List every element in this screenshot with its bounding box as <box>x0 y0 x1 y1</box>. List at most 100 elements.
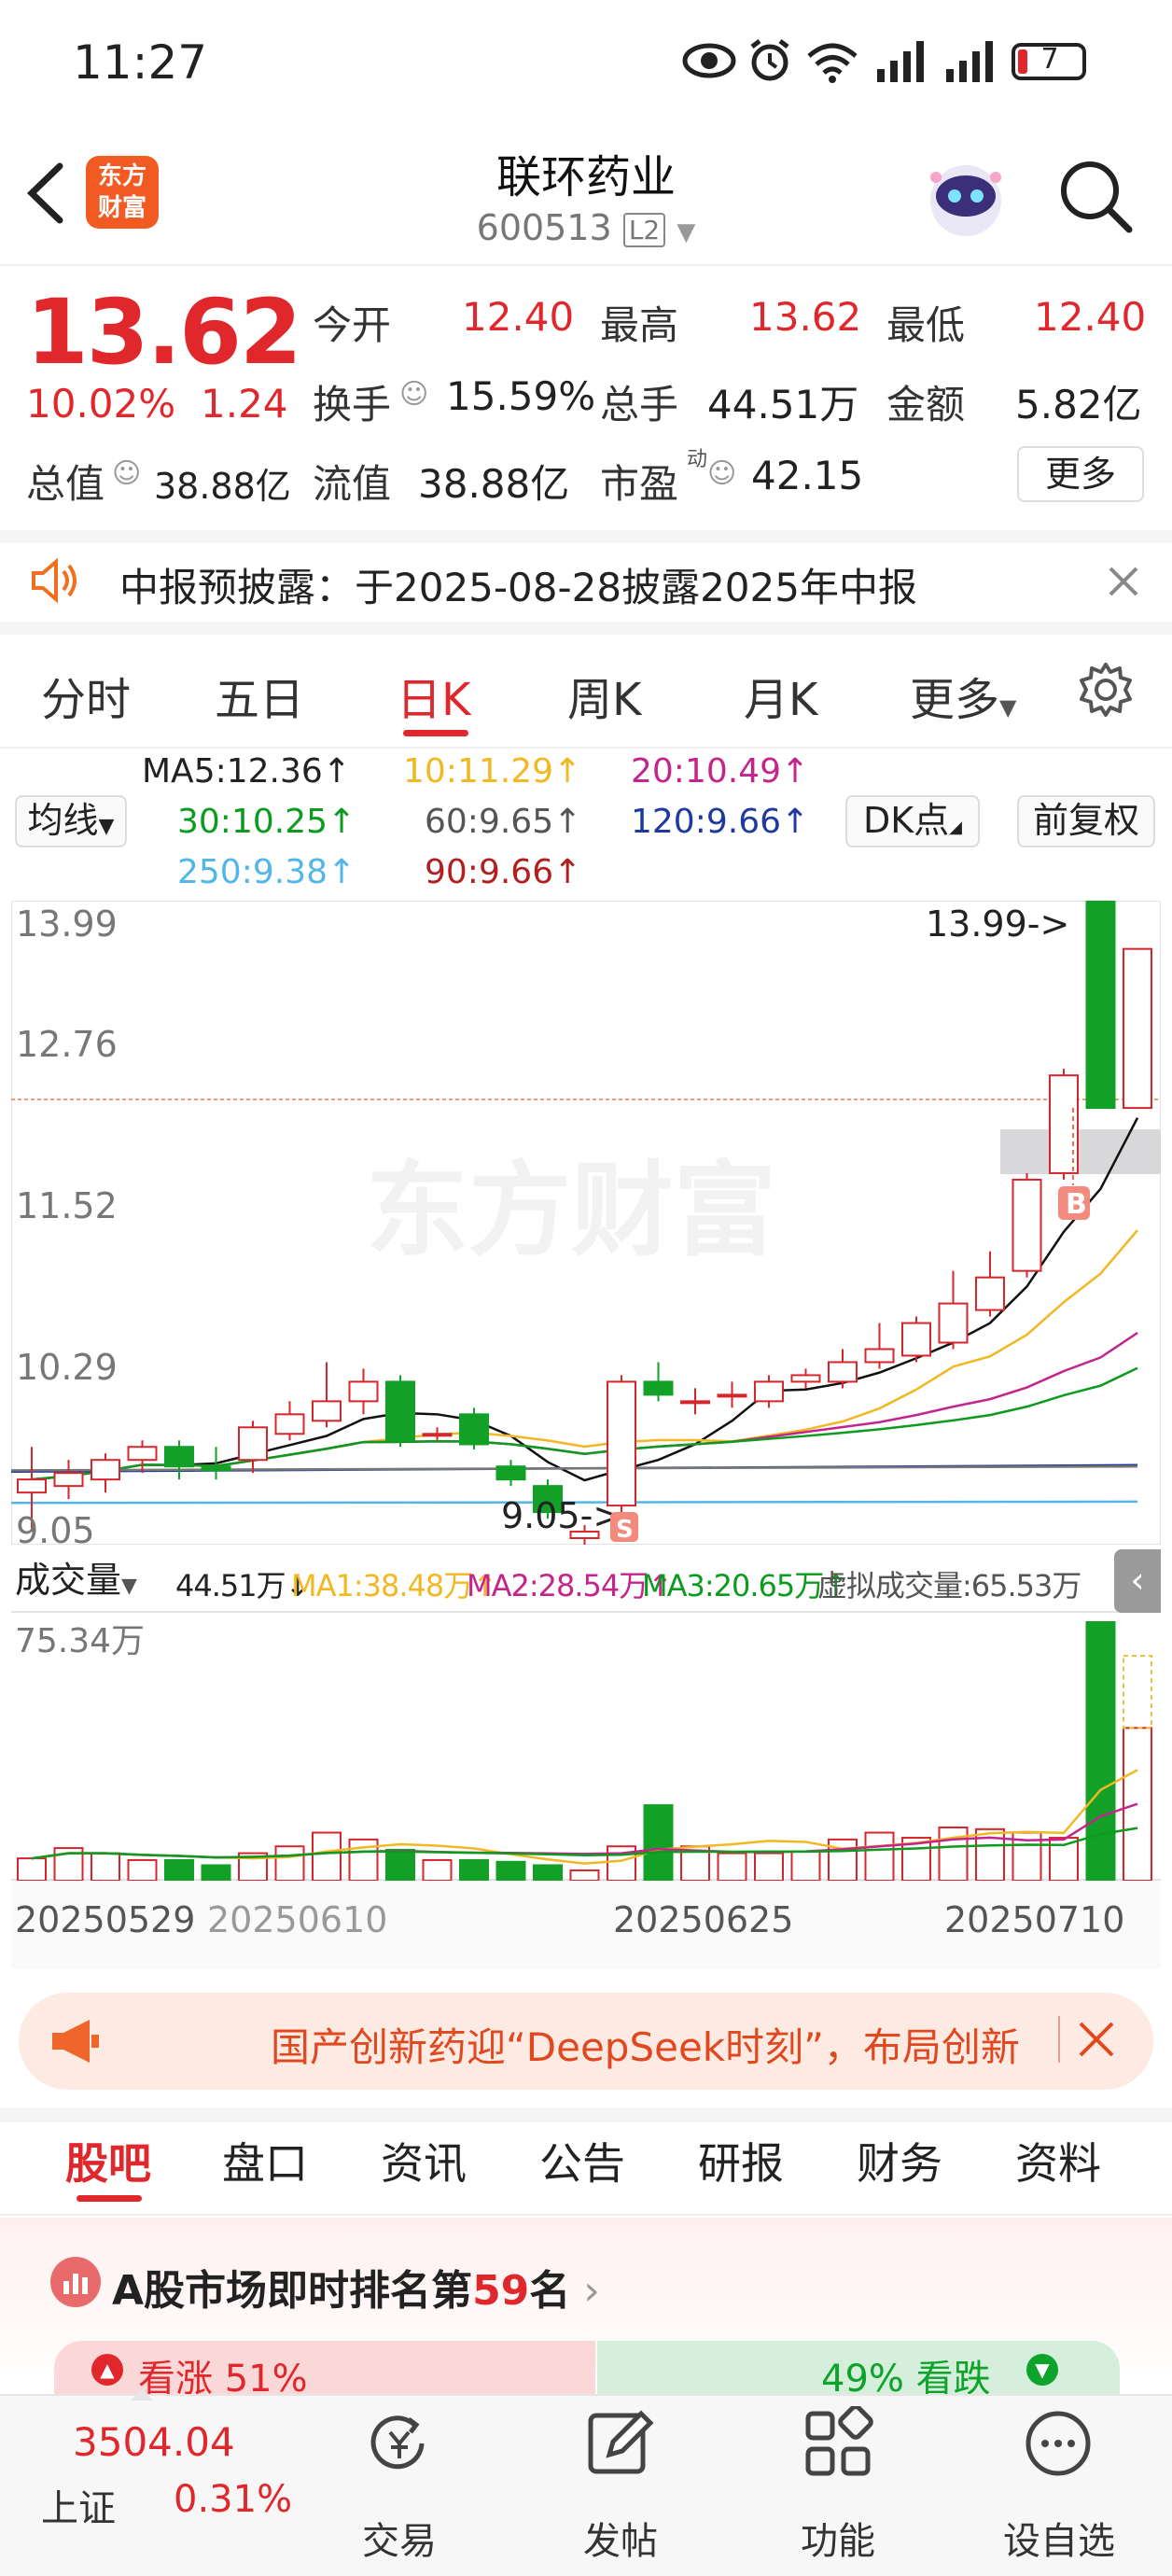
info-icon-mcap[interactable]: ☺ <box>112 457 141 490</box>
candle-body <box>1085 901 1116 1110</box>
candle-body <box>459 1413 489 1446</box>
candle-body <box>238 1426 268 1462</box>
amount-value: 5.82亿 <box>1015 382 1142 427</box>
tab-finance[interactable]: 财务 <box>857 2130 942 2191</box>
subtab-active-indicator <box>77 2195 142 2202</box>
mcap-label: 总值 <box>26 461 105 507</box>
tab-news[interactable]: 资讯 <box>381 2130 467 2191</box>
bearish-bar[interactable]: 49% 看跌 ▼ <box>597 2341 1120 2397</box>
ranking-icon <box>50 2257 101 2307</box>
y-axis-top: 13.99 <box>16 903 118 945</box>
bullish-bar[interactable]: ▲ 看涨 51% <box>54 2341 595 2397</box>
candle-body <box>422 1433 453 1437</box>
ma-select[interactable]: 均线▼ <box>15 795 127 847</box>
tab-research[interactable]: 研报 <box>698 2130 784 2191</box>
stock-code: 600513 <box>476 207 612 248</box>
sell-signal-label: S <box>616 1516 634 1544</box>
tab-monthly-k[interactable]: 月K <box>744 663 817 728</box>
volume-bar <box>201 1864 231 1881</box>
tab-announcements[interactable]: 公告 <box>539 2130 625 2191</box>
notice-text: 中报预披露：于2025-08-28披露2025年中报 <box>119 565 917 610</box>
candle-body <box>495 1465 526 1481</box>
rank-text[interactable]: A股市场即时排名第59名 › <box>112 2257 600 2317</box>
info-icon-pe[interactable]: ☺ <box>707 457 736 490</box>
tab-five-day[interactable]: 五日 <box>215 663 304 728</box>
last-price: 13.62 <box>26 280 302 385</box>
search-icon[interactable] <box>1056 157 1135 235</box>
tab-weekly-k[interactable]: 周K <box>567 663 641 728</box>
candle-body <box>717 1393 747 1398</box>
nav-trade[interactable]: 交易 <box>320 2511 479 2565</box>
low-value: 12.40 <box>1034 294 1147 340</box>
collapse-side-icon[interactable]: ‹ <box>1114 1549 1161 1613</box>
volume-bar <box>717 1852 747 1881</box>
more-button[interactable]: 更多 <box>1017 446 1144 502</box>
candle-body <box>1012 1178 1042 1272</box>
nav-function[interactable]: 功能 <box>759 2511 917 2565</box>
gear-icon[interactable] <box>1077 661 1135 719</box>
tab-guba[interactable]: 股吧 <box>65 2130 151 2191</box>
volume-bar <box>864 1831 895 1881</box>
up-arrow-icon: ▲ <box>91 2354 123 2386</box>
tab-pankou[interactable]: 盘口 <box>222 2130 308 2191</box>
nav-post[interactable]: 发帖 <box>541 2511 700 2565</box>
candle-body <box>385 1380 415 1442</box>
adjust-select[interactable]: 前复权 <box>1017 795 1155 847</box>
candle-body <box>607 1380 636 1507</box>
candle-body <box>643 1380 674 1396</box>
price-zone-highlight <box>1000 1129 1161 1174</box>
index-pointer <box>131 2389 153 2401</box>
watchlist-icon[interactable] <box>1021 2406 1095 2481</box>
robot-assistant-icon[interactable] <box>919 149 1012 243</box>
volume-bar <box>385 1848 415 1881</box>
mcap-value: 38.88亿 <box>154 466 291 507</box>
info-icon[interactable]: ☺ <box>399 378 428 411</box>
candle-body <box>348 1380 379 1403</box>
candlestick-chart[interactable]: 东方财富 13.99 12.76 11.52 10.29 9.05 13.99-… <box>11 901 1161 1545</box>
candle-body <box>754 1380 784 1403</box>
banner-divider <box>1058 2016 1060 2063</box>
volume-chart[interactable]: 75.34万 <box>11 1615 1161 1881</box>
virtual-volume-bar <box>1123 1655 1152 1729</box>
function-grid-icon[interactable] <box>801 2406 875 2481</box>
ma90-value: 90:9.66↑ <box>425 853 582 891</box>
close-icon[interactable] <box>1077 2020 1116 2059</box>
dk-point-label: DK点 <box>862 800 950 841</box>
tab-daily-k[interactable]: 日K <box>397 663 470 728</box>
candle-body <box>975 1276 1005 1311</box>
rank-suffix: 名 <box>529 2267 571 2315</box>
float-value: 38.88亿 <box>418 461 570 507</box>
volume-bar <box>459 1858 489 1881</box>
edit-post-icon[interactable] <box>583 2406 658 2481</box>
candle-body <box>790 1374 821 1383</box>
volume-bar <box>17 1857 47 1881</box>
candle-body <box>938 1302 969 1344</box>
caret-down-icon: ▼ <box>98 815 115 838</box>
ma5-value: MA5:12.36↑ <box>142 752 351 791</box>
corner-icon: ◢ <box>949 818 963 837</box>
megaphone-icon <box>52 2020 99 2063</box>
trade-icon[interactable] <box>362 2406 437 2481</box>
nav-add-watch[interactable]: 设自选 <box>980 2511 1138 2565</box>
caret-down-icon: ▼ <box>677 218 696 246</box>
tab-intraday[interactable]: 分时 <box>41 663 131 728</box>
ma20-value: 20:10.49↑ <box>631 752 810 791</box>
dk-point-button[interactable]: DK点◢ <box>845 795 980 847</box>
tab-more[interactable]: 更多▼ <box>910 663 1016 728</box>
volume-ma10-line <box>31 1802 1138 1860</box>
candle-body <box>53 1472 84 1488</box>
date-label-2: 20250610 <box>207 1899 388 1940</box>
volume-bar <box>533 1864 563 1881</box>
close-icon[interactable] <box>1107 565 1140 598</box>
signal-icon <box>877 41 924 82</box>
signal-icon-2 <box>946 41 993 82</box>
ma250-value: 250:9.38↑ <box>177 853 356 891</box>
rank-number: 59 <box>472 2267 530 2315</box>
volume-select[interactable]: 成交量▼ <box>13 1555 170 1607</box>
float-label: 流值 <box>313 461 392 507</box>
index-value[interactable]: 3504.04 <box>73 2419 235 2465</box>
volume-y-max: 75.34万 <box>15 1622 145 1660</box>
tab-profile[interactable]: 资料 <box>1015 2130 1101 2191</box>
high-label: 最高 <box>600 302 679 348</box>
caret-down-icon: ▼ <box>121 1575 137 1598</box>
